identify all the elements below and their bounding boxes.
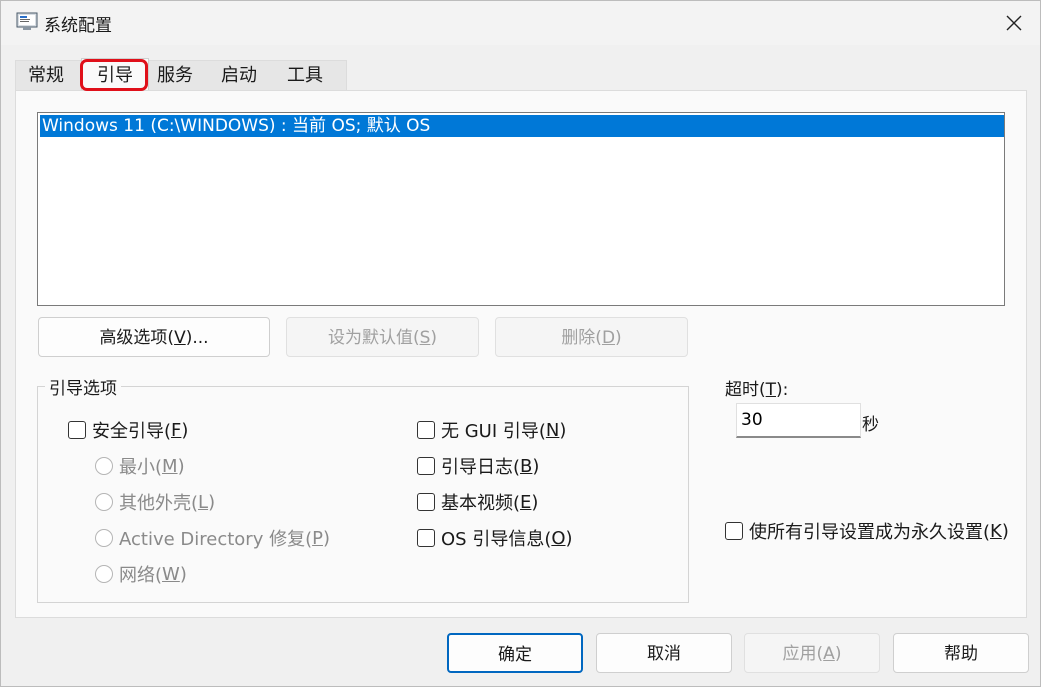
checkbox-box (417, 529, 435, 547)
checkbox-box (725, 522, 743, 540)
checkbox-box (417, 421, 435, 439)
title-bar: 系统配置 (1, 1, 1040, 45)
apply-button[interactable]: 应用(A) (744, 633, 880, 673)
network-radio[interactable]: 网络(W) (95, 561, 187, 587)
ok-button[interactable]: 确定 (447, 633, 583, 673)
make-permanent-checkbox[interactable]: 使所有引导设置成为永久设置(K) (725, 518, 1009, 544)
checkbox-box (417, 493, 435, 511)
os-boot-info-checkbox[interactable]: OS 引导信息(O) (417, 525, 573, 551)
timeout-input[interactable] (736, 403, 861, 438)
close-button[interactable] (996, 6, 1032, 40)
set-default-button[interactable]: 设为默认值(S) (286, 317, 479, 357)
no-gui-boot-checkbox[interactable]: 无 GUI 引导(N) (417, 417, 566, 443)
tab-startup[interactable]: 启动 (211, 61, 267, 91)
advanced-options-button[interactable]: 高级选项(V)... (38, 317, 270, 357)
timeout-label: 超时(T): (725, 380, 789, 400)
minimal-radio[interactable]: 最小(M) (95, 453, 185, 479)
radio-circle (95, 493, 113, 511)
tab-general[interactable]: 常规 (18, 61, 74, 91)
tab-services[interactable]: 服务 (147, 61, 203, 91)
boot-log-checkbox[interactable]: 引导日志(B) (417, 453, 539, 479)
boot-entries-list[interactable]: Windows 11 (C:\WINDOWS) : 当前 OS; 默认 OS (37, 112, 1005, 306)
delete-button[interactable]: 删除(D) (495, 317, 688, 357)
base-video-checkbox[interactable]: 基本视频(E) (417, 489, 538, 515)
timeout-unit: 秒 (862, 415, 879, 435)
safe-boot-checkbox[interactable]: 安全引导(F) (68, 417, 188, 443)
boot-options-title: 引导选项 (45, 374, 121, 399)
close-icon (1006, 15, 1022, 31)
alternate-shell-radio[interactable]: 其他外壳(L) (95, 489, 215, 515)
tab-boot[interactable]: 引导 (81, 58, 149, 92)
radio-circle (95, 457, 113, 475)
radio-circle (95, 565, 113, 583)
system-config-window: 系统配置 常规 引导 服务 启动 工具 Windows 11 (C:\WINDO… (0, 0, 1041, 687)
cancel-button[interactable]: 取消 (596, 633, 732, 673)
help-button[interactable]: 帮助 (893, 633, 1029, 673)
msconfig-app-icon (16, 12, 38, 32)
boot-entry-windows11[interactable]: Windows 11 (C:\WINDOWS) : 当前 OS; 默认 OS (40, 115, 1004, 137)
active-directory-repair-radio[interactable]: Active Directory 修复(P) (95, 525, 330, 551)
tab-tools[interactable]: 工具 (277, 61, 333, 91)
checkbox-box (68, 421, 86, 439)
window-title: 系统配置 (44, 16, 112, 36)
checkbox-box (417, 457, 435, 475)
radio-circle (95, 529, 113, 547)
